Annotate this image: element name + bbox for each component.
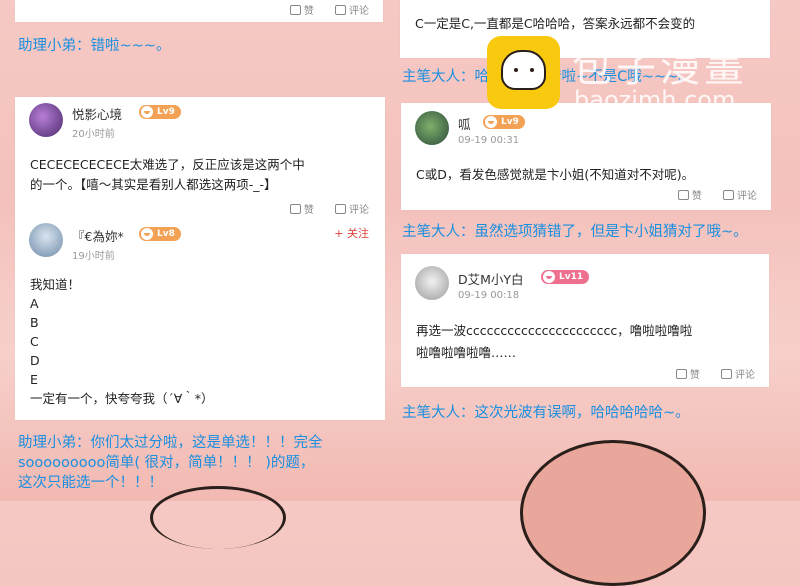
watermark-url: baozimh.com — [574, 86, 736, 114]
comment-label: 评论 — [349, 205, 369, 216]
comment-button[interactable]: 评论 — [335, 2, 369, 17]
level-badge: Lv8 — [139, 227, 181, 241]
like-label: 赞 — [303, 205, 314, 216]
comment-icon — [335, 5, 346, 15]
comic-art-edge — [520, 440, 706, 586]
watermark-title: 包子漫畫 — [572, 45, 748, 91]
avatar[interactable] — [29, 223, 63, 257]
thumb-up-icon — [289, 204, 301, 214]
comment-button[interactable]: 评论 — [335, 201, 369, 216]
comment-text-line: A — [30, 296, 39, 311]
comment-label: 评论 — [349, 6, 369, 17]
level-label: Lv11 — [559, 272, 584, 282]
avatar[interactable] — [415, 111, 449, 145]
comment-card-partial: 赞 评论 — [15, 0, 383, 22]
comment-text-line: 我知道！ — [30, 277, 81, 292]
like-button[interactable]: 赞 — [289, 2, 314, 17]
like-label: 赞 — [691, 191, 702, 202]
level-label: Lv8 — [157, 229, 175, 239]
comment-text-line: CECECECECECE太难选了，反正应该是这两个中 — [30, 157, 305, 172]
comment-actions: 赞 评论 — [272, 2, 369, 17]
assistant-caption: 助理小弟：错啦~~~。 — [18, 38, 171, 54]
username[interactable]: 悦影心境 — [72, 104, 122, 123]
left-column: 赞 评论 助理小弟：错啦~~~。 悦影心境 Lv9 20小时前 CECECECE… — [0, 0, 400, 549]
comment-button[interactable]: 评论 — [721, 366, 755, 381]
comment-text: CECECECECECE太难选了，反正应该是这两个中 的一个。【嘻～其实是看别人… — [30, 155, 375, 195]
caption-line: sooooooooo简单( 很对，简单！！！ )的题， — [18, 455, 315, 471]
like-button[interactable]: 赞 — [677, 187, 702, 202]
comment-label: 评论 — [735, 370, 755, 381]
comment-card: D艾M小Y白 Lv11 09-19 00:18 再选一波cccccccccccc… — [401, 254, 769, 387]
comment-button[interactable]: 评论 — [723, 187, 757, 202]
timestamp: 19小时前 — [72, 251, 115, 262]
level-badge: Lv9 — [139, 105, 181, 119]
avatar[interactable] — [29, 103, 63, 137]
level-label: Lv9 — [501, 117, 519, 127]
comment-text-line: 再选一波cccccccccccccccccccccc，噜啦啦噜啦 — [416, 323, 693, 338]
comment-text: C或D，看发色感觉就是卞小姐(不知道对不对呢)。 — [416, 167, 695, 182]
avatar[interactable] — [415, 266, 449, 300]
like-button[interactable]: 赞 — [675, 366, 700, 381]
comment-text-line: 一定有一个，快夸夸我（´∀｀*） — [30, 391, 214, 406]
bun-icon — [141, 228, 153, 240]
comment-card: 呱 Lv9 09-19 00:31 C或D，看发色感觉就是卞小姐(不知道对不对呢… — [401, 103, 771, 210]
thumb-up-icon — [675, 369, 687, 379]
baozi-logo — [487, 36, 560, 109]
username[interactable]: 呱 — [458, 114, 471, 133]
assistant-caption: 助理小弟：你们太过分啦，这是单选！！！完全 sooooooooo简单( 很对，简… — [18, 433, 323, 493]
author-caption: 主笔大人：虽然选项猜错了，但是卞小姐猜对了哦~。 — [402, 224, 748, 240]
comic-art-edge — [150, 486, 286, 549]
bun-icon — [501, 50, 546, 90]
comment-card: 悦影心境 Lv9 20小时前 CECECECECECE太难选了，反正应该是这两个… — [15, 97, 385, 420]
comment-label: 评论 — [737, 191, 757, 202]
level-badge: Lv9 — [483, 115, 525, 129]
comment-icon — [721, 369, 732, 379]
comment-icon — [723, 190, 734, 200]
timestamp: 20小时前 — [72, 129, 115, 140]
comment-text-line: 的一个。【嘻～其实是看别人都选这两项-_-】 — [30, 177, 277, 192]
bun-icon — [141, 106, 153, 118]
like-button[interactable]: 赞 — [289, 201, 314, 216]
bun-icon — [543, 271, 555, 283]
username[interactable]: D艾M小Y白 — [458, 269, 524, 288]
comment-text: C一定是C,一直都是C哈哈哈，答案永远都不会变的 — [415, 16, 696, 31]
thumb-up-icon — [289, 5, 301, 15]
like-label: 赞 — [303, 6, 314, 17]
bun-icon — [485, 116, 497, 128]
level-badge: Lv11 — [541, 270, 590, 284]
level-label: Lv9 — [157, 107, 175, 117]
timestamp: 09-19 00:31 — [458, 135, 520, 146]
timestamp: 09-19 00:18 — [458, 290, 520, 301]
comment-text-line: 啦噜啦噜啦噜…… — [416, 345, 517, 360]
comment-actions: 赞 评论 — [660, 187, 757, 202]
like-label: 赞 — [689, 370, 700, 381]
comment-text: 再选一波cccccccccccccccccccccc，噜啦啦噜啦 啦噜啦噜啦噜…… — [416, 320, 692, 364]
thumb-up-icon — [677, 190, 689, 200]
comment-text: 我知道！ A B C D E 一定有一个，快夸夸我（´∀｀*） — [30, 275, 214, 408]
follow-button[interactable]: + 关注 — [334, 225, 369, 241]
comment-text-line: D — [30, 353, 40, 368]
username[interactable]: 『€為妳* — [72, 226, 124, 245]
comment-icon — [335, 204, 346, 214]
caption-line: 这次只能选一个！！！ — [18, 475, 163, 491]
comment-text-line: E — [30, 372, 38, 387]
author-caption: 主笔大人：这次光波有误啊，哈哈哈哈哈~。 — [402, 405, 690, 421]
comment-actions: 赞 评论 — [658, 366, 755, 381]
comment-actions: 赞 评论 — [272, 201, 369, 216]
comment-text-line: C — [30, 334, 39, 349]
comment-text-line: B — [30, 315, 39, 330]
caption-line: 助理小弟：你们太过分啦，这是单选！！！完全 — [18, 435, 323, 451]
